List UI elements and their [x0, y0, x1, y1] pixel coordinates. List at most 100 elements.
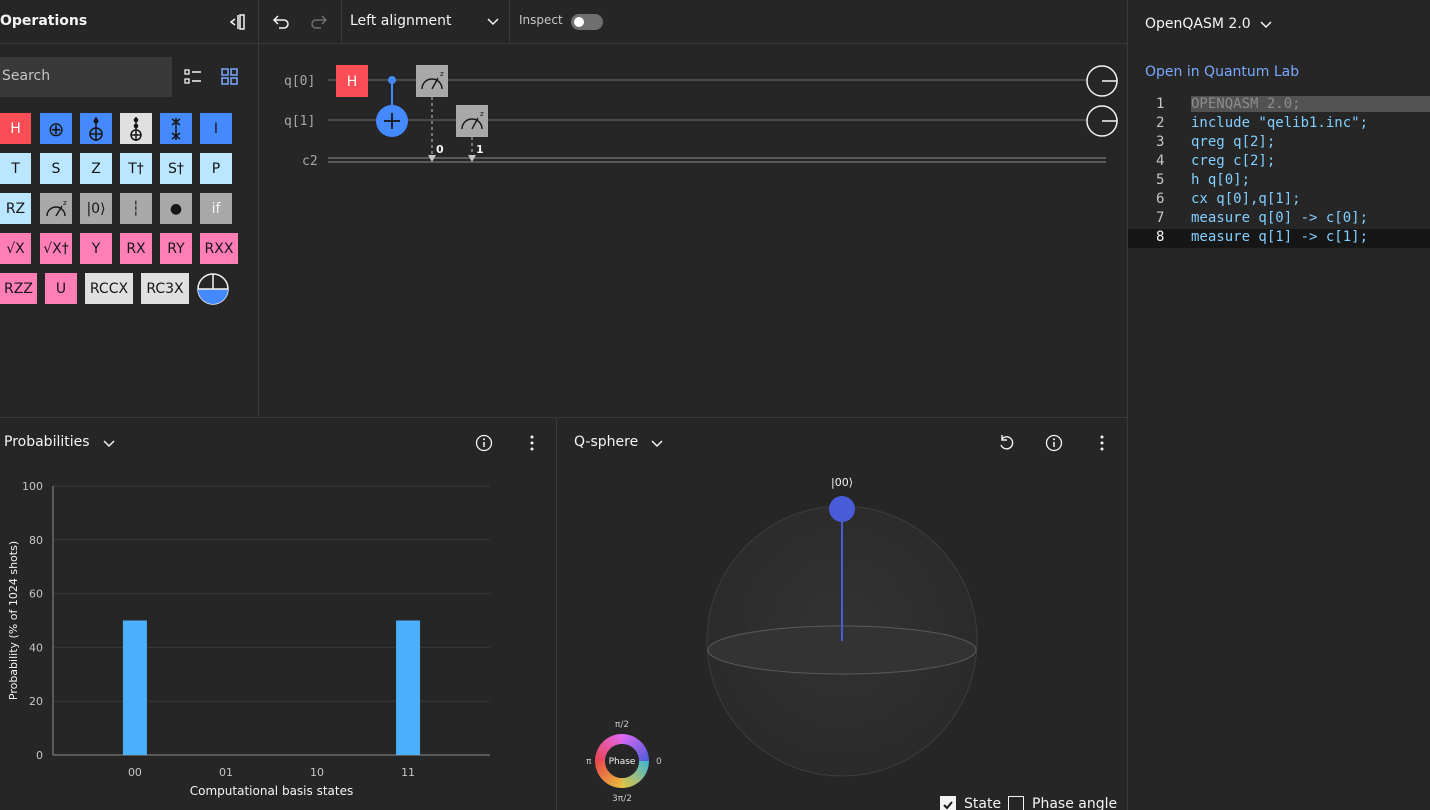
phase-angle-checkbox[interactable] — [1008, 796, 1024, 810]
code-line[interactable]: 1 OPENQASM 2.0; — [1128, 96, 1430, 115]
state-checkbox[interactable] — [940, 796, 956, 810]
line-text: measure q[0] -> c[0]; — [1191, 210, 1369, 226]
cnot-control-dot[interactable] — [388, 76, 396, 84]
y-tick-label: 20 — [29, 695, 43, 708]
operations-header: Operations — [0, 0, 258, 44]
gate-tdg[interactable]: T† — [120, 153, 152, 184]
measure-basis: z — [440, 70, 444, 78]
gate-u[interactable]: U — [45, 273, 77, 304]
gate-swap[interactable] — [160, 113, 192, 144]
line-number: 4 — [1156, 153, 1165, 169]
circuit-toolbar: Left alignment Inspect — [260, 0, 1127, 44]
y-tick-label: 0 — [36, 749, 43, 762]
bar-11 — [396, 620, 421, 755]
swap-icon — [171, 117, 181, 140]
gate-rzz[interactable]: RZZ — [0, 273, 37, 304]
inspect-toggle[interactable] — [571, 14, 603, 30]
gate-z[interactable]: Z — [80, 153, 112, 184]
x-tick-label: 11 — [401, 766, 415, 779]
gate-multi-control[interactable] — [120, 113, 152, 144]
inspect-label: Inspect — [519, 13, 563, 27]
line-text: OPENQASM 2.0; — [1191, 96, 1430, 112]
wire-label-q0: q[0] — [284, 74, 315, 89]
toolbar-divider — [341, 0, 342, 44]
language-dropdown[interactable]: OpenQASM 2.0 — [1145, 16, 1251, 32]
gate-reset[interactable]: |0⟩ — [80, 193, 112, 224]
wire-label-c2: c2 — [302, 154, 318, 169]
state-node-label: |00⟩ — [831, 476, 853, 489]
code-line[interactable]: 6 cx q[0],q[1]; — [1128, 191, 1430, 210]
operations-panel: Operations Search H ⊕ I T S Z T† S† P RZ… — [0, 0, 259, 416]
phase-angle-checkbox-label: Phase angle — [1032, 796, 1118, 810]
gate-cnot[interactable]: ⊕ — [40, 113, 72, 144]
gate-s[interactable]: S — [40, 153, 72, 184]
gate-rccx[interactable]: RCCX — [85, 273, 133, 304]
qsphere-canvas[interactable]: |00⟩ Phase π/2 0 3π/2 π — [558, 418, 1127, 810]
gate-rx[interactable]: RX — [120, 233, 152, 264]
circuit-h-label: H — [347, 74, 358, 90]
gate-barrier[interactable]: ┆ — [120, 193, 152, 224]
grid-view-icon[interactable] — [219, 66, 241, 88]
gate-i[interactable]: I — [200, 113, 232, 144]
gate-toffoli[interactable] — [80, 113, 112, 144]
state-probe-icon[interactable] — [196, 272, 230, 306]
gate-control[interactable]: ● — [160, 193, 192, 224]
state-node[interactable] — [829, 496, 855, 522]
list-view-icon[interactable] — [182, 66, 204, 88]
gate-h[interactable]: H — [0, 113, 31, 144]
code-line[interactable]: 2 include "qelib1.inc"; — [1128, 115, 1430, 134]
phase-label: Phase — [609, 757, 636, 767]
search-placeholder: Search — [2, 68, 51, 84]
code-line[interactable]: 5 h q[0]; — [1128, 172, 1430, 191]
gate-sdg[interactable]: S† — [160, 153, 192, 184]
gate-measure[interactable]: z — [40, 193, 72, 224]
gate-rz[interactable]: RZ — [0, 193, 31, 224]
redo-icon[interactable] — [308, 10, 330, 32]
phase-tick-top: π/2 — [615, 720, 629, 730]
bar-00 — [122, 620, 147, 755]
measure-icon: z — [46, 199, 67, 216]
code-line[interactable]: 7 measure q[0] -> c[0]; — [1128, 210, 1430, 229]
classical-bit-1: 1 — [476, 143, 484, 156]
gate-ry[interactable]: RY — [160, 233, 192, 264]
gate-rc3x[interactable]: RC3X — [141, 273, 189, 304]
gate-if[interactable]: if — [200, 193, 232, 224]
code-line-active[interactable]: 8 measure q[1] -> c[1]; — [1128, 229, 1430, 248]
phase-tick-left: π — [586, 757, 592, 767]
code-line[interactable]: 4 creg c[2]; — [1128, 153, 1430, 172]
line-text: cx q[0],q[1]; — [1191, 191, 1301, 207]
probability-chart: 0 20 40 60 80 100 00 01 10 11 Computational basis … — [7, 480, 490, 798]
collapse-panel-icon[interactable] — [226, 12, 246, 32]
chevron-down-icon[interactable] — [1259, 17, 1273, 31]
operations-title: Operations — [0, 13, 88, 29]
gate-sqrt-x-dg[interactable]: √X† — [40, 233, 72, 264]
gate-rxx[interactable]: RXX — [200, 233, 238, 264]
line-text: include "qelib1.inc"; — [1191, 115, 1369, 131]
code-line[interactable]: 3 qreg q[2]; — [1128, 134, 1430, 153]
gate-sqrt-x[interactable]: √X — [0, 233, 31, 264]
operations-search-input[interactable]: Search — [0, 57, 172, 97]
line-text: creg c[2]; — [1191, 153, 1276, 169]
phase-tick-bottom: 3π/2 — [612, 794, 632, 804]
multi-control-icon — [130, 116, 142, 141]
gate-t[interactable]: T — [0, 153, 31, 184]
qsphere-panel: Q-sphere |00⟩ Phase π/2 0 3π/2 π State P… — [558, 417, 1127, 810]
y-tick-label: 40 — [29, 641, 43, 654]
svg-text:z: z — [63, 199, 67, 207]
undo-icon[interactable] — [270, 10, 292, 32]
y-tick-label: 80 — [29, 534, 43, 547]
line-text: measure q[1] -> c[1]; — [1191, 229, 1369, 245]
open-quantum-lab-link[interactable]: Open in Quantum Lab — [1145, 64, 1299, 80]
x-tick-label: 10 — [310, 766, 324, 779]
y-tick-label: 60 — [29, 588, 43, 601]
x-axis-title: Computational basis states — [190, 784, 353, 798]
circuit-canvas[interactable]: q[0] q[1] c2 H z 0 z 1 — [260, 45, 1127, 416]
state-checkbox-label: State — [964, 796, 1002, 810]
gate-p[interactable]: P — [200, 153, 232, 184]
chevron-down-icon[interactable] — [486, 14, 500, 28]
gate-y[interactable]: Y — [80, 233, 112, 264]
line-number: 3 — [1156, 134, 1165, 150]
probabilities-panel: Probabilities 0 20 40 60 80 100 00 01 10 11 Comput… — [0, 417, 557, 810]
y-tick-label: 100 — [22, 480, 43, 493]
alignment-dropdown[interactable]: Left alignment — [350, 13, 452, 29]
